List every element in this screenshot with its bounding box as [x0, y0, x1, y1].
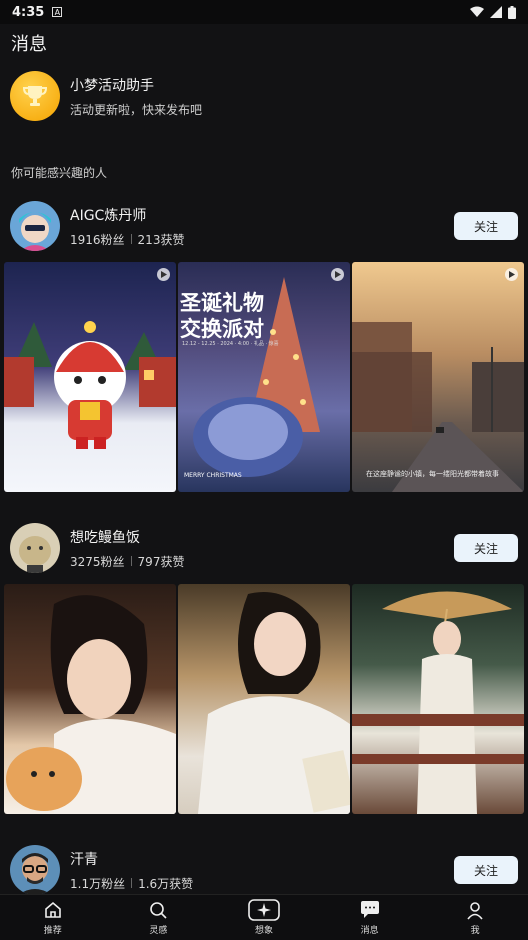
suggested-user-row[interactable]: 想吃鳗鱼饭 3275粉丝 797获赞 关注 — [10, 523, 518, 573]
work-tile[interactable]: 在这座静谧的小镇，每一缕阳光都带着故事 — [352, 262, 524, 492]
likes-count: 797获赞 — [137, 554, 185, 569]
tab-label: 灵感 — [149, 926, 168, 936]
play-icon — [505, 268, 518, 281]
tile-subtitle: 12.12 - 12.25 · 2024 · 4:00 · 礼品 · 惊喜 — [182, 341, 279, 347]
user-name: 想吃鳗鱼饭 — [70, 529, 140, 546]
tile-caption: 在这座静谧的小镇，每一缕阳光都带着故事 — [366, 470, 499, 478]
avatar[interactable] — [10, 845, 60, 895]
trophy-avatar — [10, 71, 60, 121]
tab-messages[interactable]: 消息 — [317, 895, 423, 940]
follow-button[interactable]: 关注 — [454, 212, 518, 240]
page-title: 消息 — [11, 34, 47, 55]
tab-label: 推荐 — [43, 926, 62, 936]
avatar[interactable] — [10, 523, 60, 573]
play-icon — [331, 268, 344, 281]
user-name: AIGC炼丹师 — [70, 207, 147, 224]
work-grid: 圣诞礼物 交换派对 12.12 - 12.25 · 2024 · 4:00 · 礼… — [4, 262, 524, 492]
suggested-user-row[interactable]: AIGC炼丹师 1916粉丝 213获赞 关注 — [10, 201, 518, 251]
likes-count: 1.6万获赞 — [138, 876, 194, 891]
stats-divider — [131, 878, 133, 888]
work-tile[interactable]: 圣诞礼物 交换派对 12.12 - 12.25 · 2024 · 4:00 · 礼… — [178, 262, 350, 492]
user-name: 汗青 — [70, 851, 98, 868]
notification-app-icon: A — [52, 7, 63, 17]
work-tile[interactable] — [352, 584, 524, 814]
bottom-tab-bar: 推荐 灵感 想象 消息 我 — [0, 894, 528, 940]
tab-imagine[interactable]: 想象 — [211, 895, 317, 940]
tab-inspiration[interactable]: 灵感 — [106, 895, 212, 940]
tab-label: 想象 — [254, 926, 273, 936]
tab-recommend[interactable]: 推荐 — [0, 895, 106, 940]
status-bar: 4:35 A — [0, 0, 528, 24]
follow-button[interactable]: 关注 — [454, 534, 518, 562]
work-grid — [4, 584, 524, 814]
tab-label: 消息 — [360, 926, 379, 936]
fans-count: 1916粉丝 — [70, 232, 125, 247]
battery-icon — [508, 5, 516, 19]
wifi-icon — [470, 6, 484, 17]
activity-assistant-row[interactable]: 小梦活动助手 活动更新啦，快来发布吧 — [10, 71, 510, 121]
assistant-name: 小梦活动助手 — [70, 77, 154, 94]
work-tile[interactable] — [178, 584, 350, 814]
profile-icon — [467, 902, 483, 920]
work-tile[interactable] — [4, 584, 176, 814]
home-icon — [44, 901, 61, 918]
trophy-icon — [22, 86, 48, 106]
stats-divider — [130, 234, 132, 244]
status-time: 4:35 — [12, 4, 45, 20]
stats-divider — [130, 556, 132, 566]
fans-count: 3275粉丝 — [70, 554, 125, 569]
suggested-user-row[interactable]: 汗青 1.1万粉丝 1.6万获赞 关注 — [10, 845, 518, 895]
tab-label: 我 — [470, 926, 480, 936]
avatar[interactable] — [10, 201, 60, 251]
work-tile[interactable] — [4, 262, 176, 492]
tile-footer: MERRY CHRISTMAS — [184, 472, 242, 479]
play-icon — [157, 268, 170, 281]
tile-title-line2: 交换派对 — [180, 317, 264, 341]
message-icon — [360, 901, 379, 918]
follow-button[interactable]: 关注 — [454, 856, 518, 884]
section-label: 你可能感兴趣的人 — [11, 166, 108, 180]
tab-me[interactable]: 我 — [422, 895, 528, 940]
likes-count: 213获赞 — [137, 232, 185, 247]
search-icon — [150, 902, 167, 919]
assistant-subtitle: 活动更新啦，快来发布吧 — [70, 102, 203, 117]
sparkle-icon — [248, 899, 280, 921]
signal-icon — [490, 6, 502, 18]
fans-count: 1.1万粉丝 — [70, 876, 126, 891]
tile-title-line1: 圣诞礼物 — [180, 291, 264, 315]
